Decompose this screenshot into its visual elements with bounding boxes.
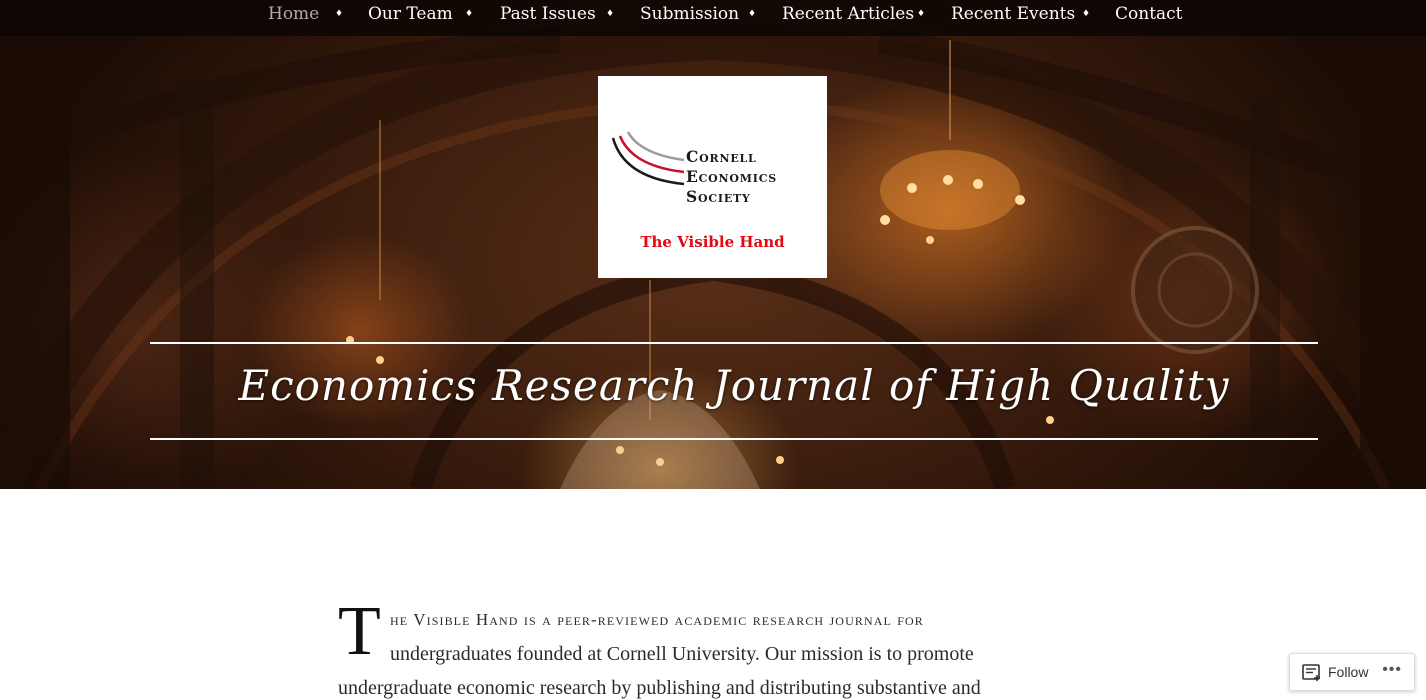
nav-item-contact[interactable]: Contact — [1115, 4, 1183, 24]
follow-label: Follow — [1328, 664, 1369, 680]
nav-separator-icon: ♦ — [606, 9, 615, 19]
site-headline: Economics Research Journal of High Quali… — [238, 361, 1230, 410]
nav-separator-icon: ♦ — [1082, 9, 1091, 19]
logo-tagline: The Visible Hand — [640, 233, 785, 251]
intro-line-2: undergraduates founded at Cornell Univer… — [390, 643, 974, 665]
nav-item-our-team[interactable]: Our Team — [368, 4, 453, 24]
nav-item-recent-articles[interactable]: Recent Articles — [782, 4, 914, 24]
nav-item-past-issues[interactable]: Past Issues — [500, 4, 596, 24]
nav-item-home[interactable]: Home — [268, 4, 319, 24]
logo-text-economics: Economics — [686, 167, 778, 186]
more-options-icon[interactable]: ••• — [1382, 661, 1402, 679]
nav-separator-icon: ♦ — [335, 9, 344, 19]
nav-item-recent-events[interactable]: Recent Events — [951, 4, 1075, 24]
headline-bottom-rule — [150, 438, 1318, 440]
site-logo[interactable]: Cornell Economics Society The Visible Ha… — [598, 76, 827, 278]
follow-reader-icon — [1302, 664, 1320, 681]
headline-top-rule — [150, 342, 1318, 344]
nav-separator-icon: ♦ — [465, 9, 474, 19]
nav-separator-icon: ♦ — [748, 9, 757, 19]
logo-text-cornell: Cornell — [686, 147, 757, 166]
logo-text-society: Society — [686, 187, 751, 206]
drop-cap: T — [338, 593, 381, 670]
intro-line-1: he Visible Hand is a peer-reviewed acade… — [390, 610, 924, 629]
main-navigation: Home ♦ Our Team ♦ Past Issues ♦ Submissi… — [0, 0, 1426, 36]
follow-button[interactable]: Follow ••• — [1289, 653, 1415, 691]
hero-banner: Home ♦ Our Team ♦ Past Issues ♦ Submissi… — [0, 0, 1426, 489]
nav-separator-icon: ♦ — [917, 9, 926, 19]
nav-item-submission[interactable]: Submission — [640, 4, 739, 24]
